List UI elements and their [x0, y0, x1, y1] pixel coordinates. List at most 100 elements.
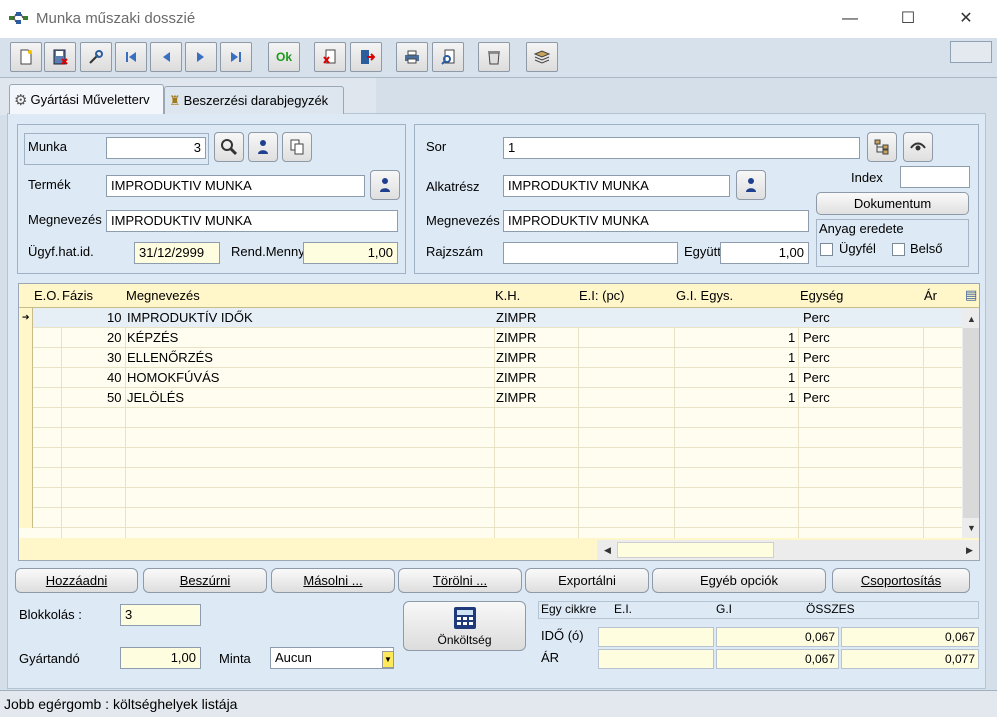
table-row[interactable]: 30 ELLENŐRZÉS ZIMPR 1 Perc: [19, 348, 962, 368]
chevron-down-icon[interactable]: ▼: [382, 651, 394, 668]
exit-button[interactable]: [350, 42, 382, 72]
exportalni-button[interactable]: Exportálni: [525, 568, 649, 593]
index-field[interactable]: [900, 166, 970, 188]
save-button[interactable]: [44, 42, 76, 72]
table-row[interactable]: ➔ 10 IMPRODUKTÍV IDŐK ZIMPR Perc: [19, 308, 962, 328]
cell-fazis: 40: [107, 370, 122, 385]
header-ar[interactable]: Ár: [924, 288, 937, 303]
print-button[interactable]: [396, 42, 428, 72]
preview-button[interactable]: [432, 42, 464, 72]
minta-label: Minta: [219, 651, 251, 666]
egyeb-opciok-button[interactable]: Egyéb opciók: [652, 568, 826, 593]
munka-field[interactable]: 3: [106, 137, 206, 159]
print-icon: [405, 50, 419, 64]
rajzszam-label: Rajzszám: [426, 244, 484, 259]
cell-kh: ZIMPR: [496, 350, 537, 365]
rajzszam-field[interactable]: [503, 242, 678, 264]
operations-grid[interactable]: E.O. Fázis Megnevezés K.H. E.I: (pc) G.I…: [18, 283, 980, 561]
eye-icon: [910, 142, 926, 151]
header-kh[interactable]: K.H.: [495, 288, 520, 303]
ugyf-hat-id-label: Ügyf.hat.id.: [28, 244, 94, 259]
copy-button[interactable]: [282, 132, 312, 162]
header-egyseg[interactable]: Egység: [800, 288, 843, 303]
alkatresz-person-button[interactable]: [736, 170, 766, 200]
book-button[interactable]: [526, 42, 558, 72]
beszurni-button[interactable]: Beszúrni: [143, 568, 267, 593]
delete-document-button[interactable]: [314, 42, 346, 72]
cell-kh: ZIMPR: [496, 330, 537, 345]
scroll-left-icon[interactable]: ◀: [599, 542, 616, 559]
empty-row: [19, 408, 962, 428]
munka-label: Munka: [28, 139, 68, 154]
sor-field[interactable]: 1: [503, 137, 860, 159]
window-title: Munka műszaki dosszié: [36, 10, 196, 27]
ok-button[interactable]: Ok: [268, 42, 300, 72]
ugyfel-checkbox[interactable]: [820, 243, 833, 256]
trash-button[interactable]: [478, 42, 510, 72]
hierarchy-button[interactable]: [867, 132, 897, 162]
header-gi-egys[interactable]: G.I. Egys.: [676, 288, 733, 303]
table-row[interactable]: 40 HOMOKFÚVÁS ZIMPR 1 Perc: [19, 368, 962, 388]
tab-beszerzesi-darabjegyzek[interactable]: ♜ Beszerzési darabjegyzék: [164, 86, 344, 114]
scroll-thumb[interactable]: [963, 328, 979, 518]
belso-checkbox[interactable]: [892, 243, 905, 256]
first-record-button[interactable]: [115, 42, 147, 72]
termek-field[interactable]: IMPRODUKTIV MUNKA: [106, 175, 365, 197]
scroll-thumb[interactable]: [617, 542, 774, 558]
index-label: Index: [851, 170, 883, 185]
ido-ei-value: [598, 627, 714, 647]
header-eo[interactable]: E.O.: [34, 288, 60, 303]
maximize-button[interactable]: ☐: [879, 0, 937, 38]
csoportositas-button[interactable]: Csoportosítás: [832, 568, 970, 593]
munka-person-button[interactable]: [248, 132, 278, 162]
megnevezes-field[interactable]: IMPRODUKTIV MUNKA: [106, 210, 398, 232]
view-button[interactable]: [903, 132, 933, 162]
prev-record-button[interactable]: [150, 42, 182, 72]
dokumentum-button[interactable]: Dokumentum: [816, 192, 969, 215]
ar-label: ÁR: [541, 650, 560, 665]
termek-person-button[interactable]: [370, 170, 400, 200]
cell-egyseg: Perc: [803, 350, 830, 365]
row-indicator: [19, 348, 33, 368]
ugyf-hat-id-field[interactable]: 31/12/2999: [134, 242, 220, 264]
header-fazis[interactable]: Fázis: [62, 288, 93, 303]
masolni-button[interactable]: Másolni ...: [271, 568, 395, 593]
close-button[interactable]: ✕: [937, 0, 995, 38]
cell-egyseg: Perc: [803, 370, 830, 385]
alkatresz-field[interactable]: IMPRODUKTIV MUNKA: [503, 175, 730, 197]
last-record-button[interactable]: [220, 42, 252, 72]
header-ei[interactable]: E.I: (pc): [579, 288, 625, 303]
tab-gyartasi-muveletterv[interactable]: ⚙ Gyártási Műveletterv: [9, 84, 164, 114]
column-chooser-icon[interactable]: ▤: [965, 287, 977, 303]
scroll-down-icon[interactable]: ▼: [963, 519, 979, 536]
search-button[interactable]: [214, 132, 244, 162]
torolni-button[interactable]: Törölni ...: [398, 568, 522, 593]
cell-kh: ZIMPR: [496, 370, 537, 385]
gyartando-field[interactable]: 1,00: [120, 647, 201, 669]
blokkolas-field[interactable]: 3: [120, 604, 201, 626]
megnevezes-field-right[interactable]: IMPRODUKTIV MUNKA: [503, 210, 809, 232]
cell-megnevezes: HOMOKFÚVÁS: [127, 370, 220, 385]
minimize-button[interactable]: —: [821, 0, 879, 38]
title-bar: Munka műszaki dosszié — ☐ ✕: [0, 0, 997, 38]
header-megnevezes[interactable]: Megnevezés: [126, 288, 200, 303]
egyutt-field[interactable]: 1,00: [720, 242, 809, 264]
gyartando-label: Gyártandó: [19, 651, 80, 666]
minta-select[interactable]: Aucun: [270, 647, 394, 669]
tools-button[interactable]: [80, 42, 112, 72]
rend-menny-field[interactable]: 1,00: [303, 242, 398, 264]
table-row[interactable]: 50 JELÖLÉS ZIMPR 1 Perc: [19, 388, 962, 408]
table-row[interactable]: 20 KÉPZÉS ZIMPR 1 Perc: [19, 328, 962, 348]
hozzaadni-button[interactable]: Hozzáadni: [15, 568, 138, 593]
new-button[interactable]: [10, 42, 42, 72]
cost-head-gi: G.I: [716, 602, 733, 616]
vertical-scrollbar[interactable]: ▲ ▼: [962, 308, 979, 538]
toolbar-indicator[interactable]: [950, 41, 992, 63]
next-record-button[interactable]: [185, 42, 217, 72]
onkoltseg-button[interactable]: Önköltség: [403, 601, 526, 651]
minimize-icon: —: [842, 10, 858, 27]
scroll-right-icon[interactable]: ▶: [961, 542, 978, 559]
row-indicator: [19, 468, 33, 488]
scroll-up-icon[interactable]: ▲: [963, 310, 979, 327]
horizontal-scrollbar[interactable]: ◀ ▶: [597, 540, 979, 560]
